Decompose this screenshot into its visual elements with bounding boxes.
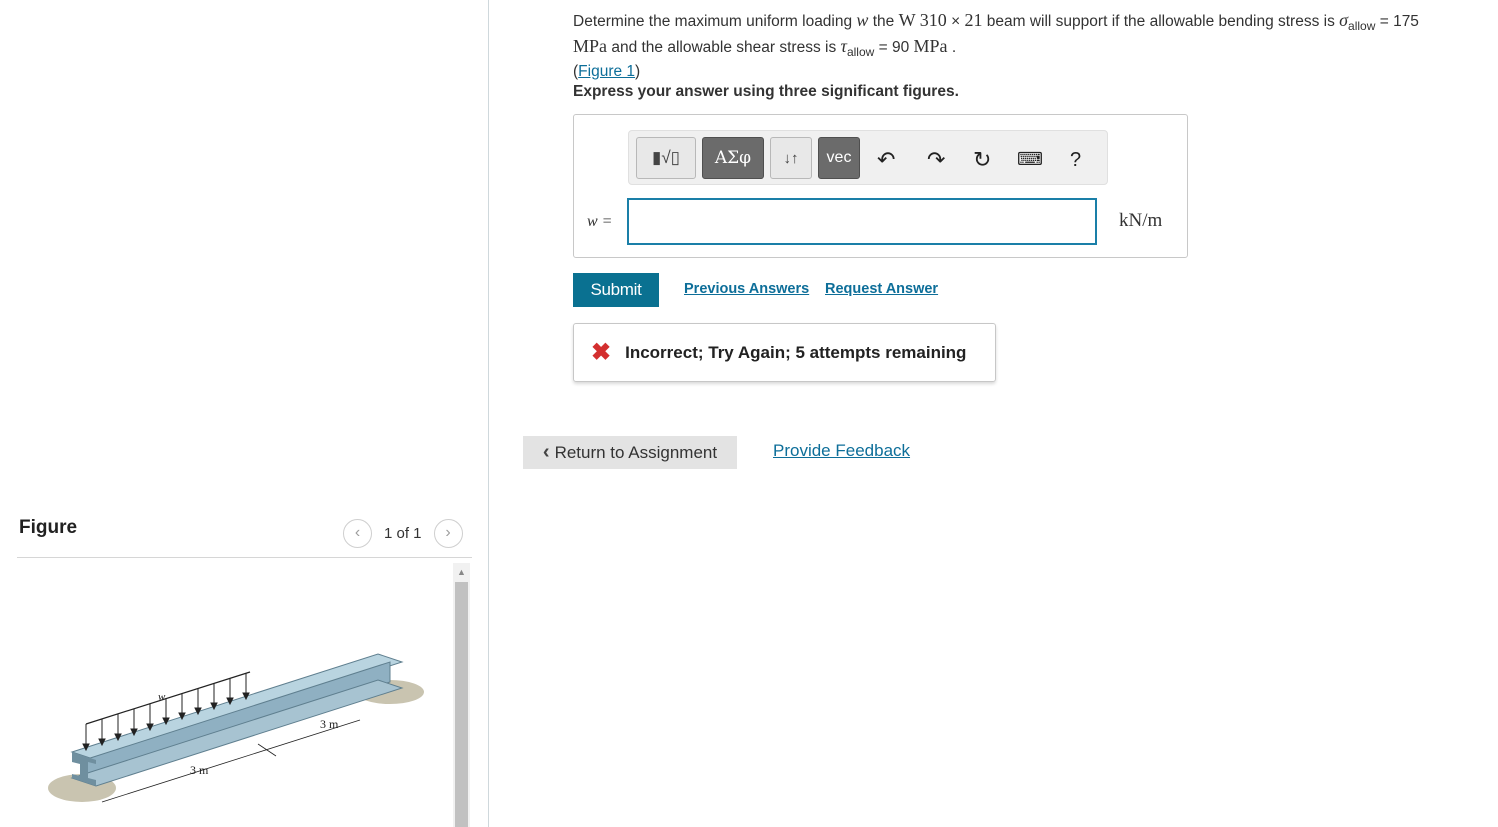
help-button[interactable]: ? [1070,149,1081,172]
chevron-right-icon[interactable]: › [433,518,463,548]
return-to-assignment-button[interactable]: ‹ Return to Assignment [523,436,737,469]
submit-button[interactable]: Submit [573,273,659,307]
beam-figure: w 3 m 3 m [48,653,424,803]
provide-feedback-link[interactable]: Provide Feedback [773,441,910,461]
request-answer-link[interactable]: Request Answer [825,281,938,297]
answer-unit: kN/m [1119,210,1163,231]
reset-icon[interactable]: ↻ [973,147,991,173]
previous-answers-link[interactable]: Previous Answers [684,281,809,297]
load-label: w [158,691,166,703]
figure-title: Figure [19,517,78,538]
x-icon: ✖ [591,338,612,366]
scroll-up-icon[interactable]: ▲ [453,563,470,580]
pager-text: 1 of 1 [384,524,422,542]
scroll-thumb[interactable] [455,582,468,827]
return-label: Return to Assignment [554,442,718,462]
instructions: Express your answer using three signific… [573,83,959,100]
answer-box: ▮√▯ ΑΣφ ↓↑ vec ↶ ↷ ↻ ⌨ ? w = kN/m [573,114,1188,258]
vec-button[interactable]: vec [818,137,860,179]
figure-divider [17,557,472,558]
answer-variable-label: w = [587,213,613,230]
beam-bottom-flange [70,679,404,787]
dimension-tick [257,743,277,757]
figure-scrollbar[interactable]: ▲ [453,563,470,827]
keyboard-icon[interactable]: ⌨ [1017,149,1043,170]
chevron-left-icon: ‹ [542,441,550,463]
figure-link[interactable]: Figure 1 [578,63,635,80]
span-left-label: 3 m [190,763,209,777]
redo-icon[interactable]: ↷ [927,147,945,173]
figure-pager: ‹ 1 of 1 › [343,517,463,549]
panel-divider [488,0,489,827]
arrows-button[interactable]: ↓↑ [770,137,812,179]
undo-icon[interactable]: ↶ [877,147,895,173]
math-toolbar: ▮√▯ ΑΣφ ↓↑ vec ↶ ↷ ↻ ⌨ ? [628,130,1108,185]
question-text: Determine the maximum uniform loading w … [573,10,1419,81]
span-right-label: 3 m [320,717,339,731]
chevron-left-icon[interactable]: ‹ [343,518,372,548]
feedback-box: ✖ Incorrect; Try Again; 5 attempts remai… [573,323,996,382]
greek-button[interactable]: ΑΣφ [702,137,764,179]
beam-top-flange [70,653,404,761]
templates-button[interactable]: ▮√▯ [636,137,696,179]
answer-input[interactable] [627,198,1097,245]
feedback-text: Incorrect; Try Again; 5 attempts remaini… [625,342,967,362]
